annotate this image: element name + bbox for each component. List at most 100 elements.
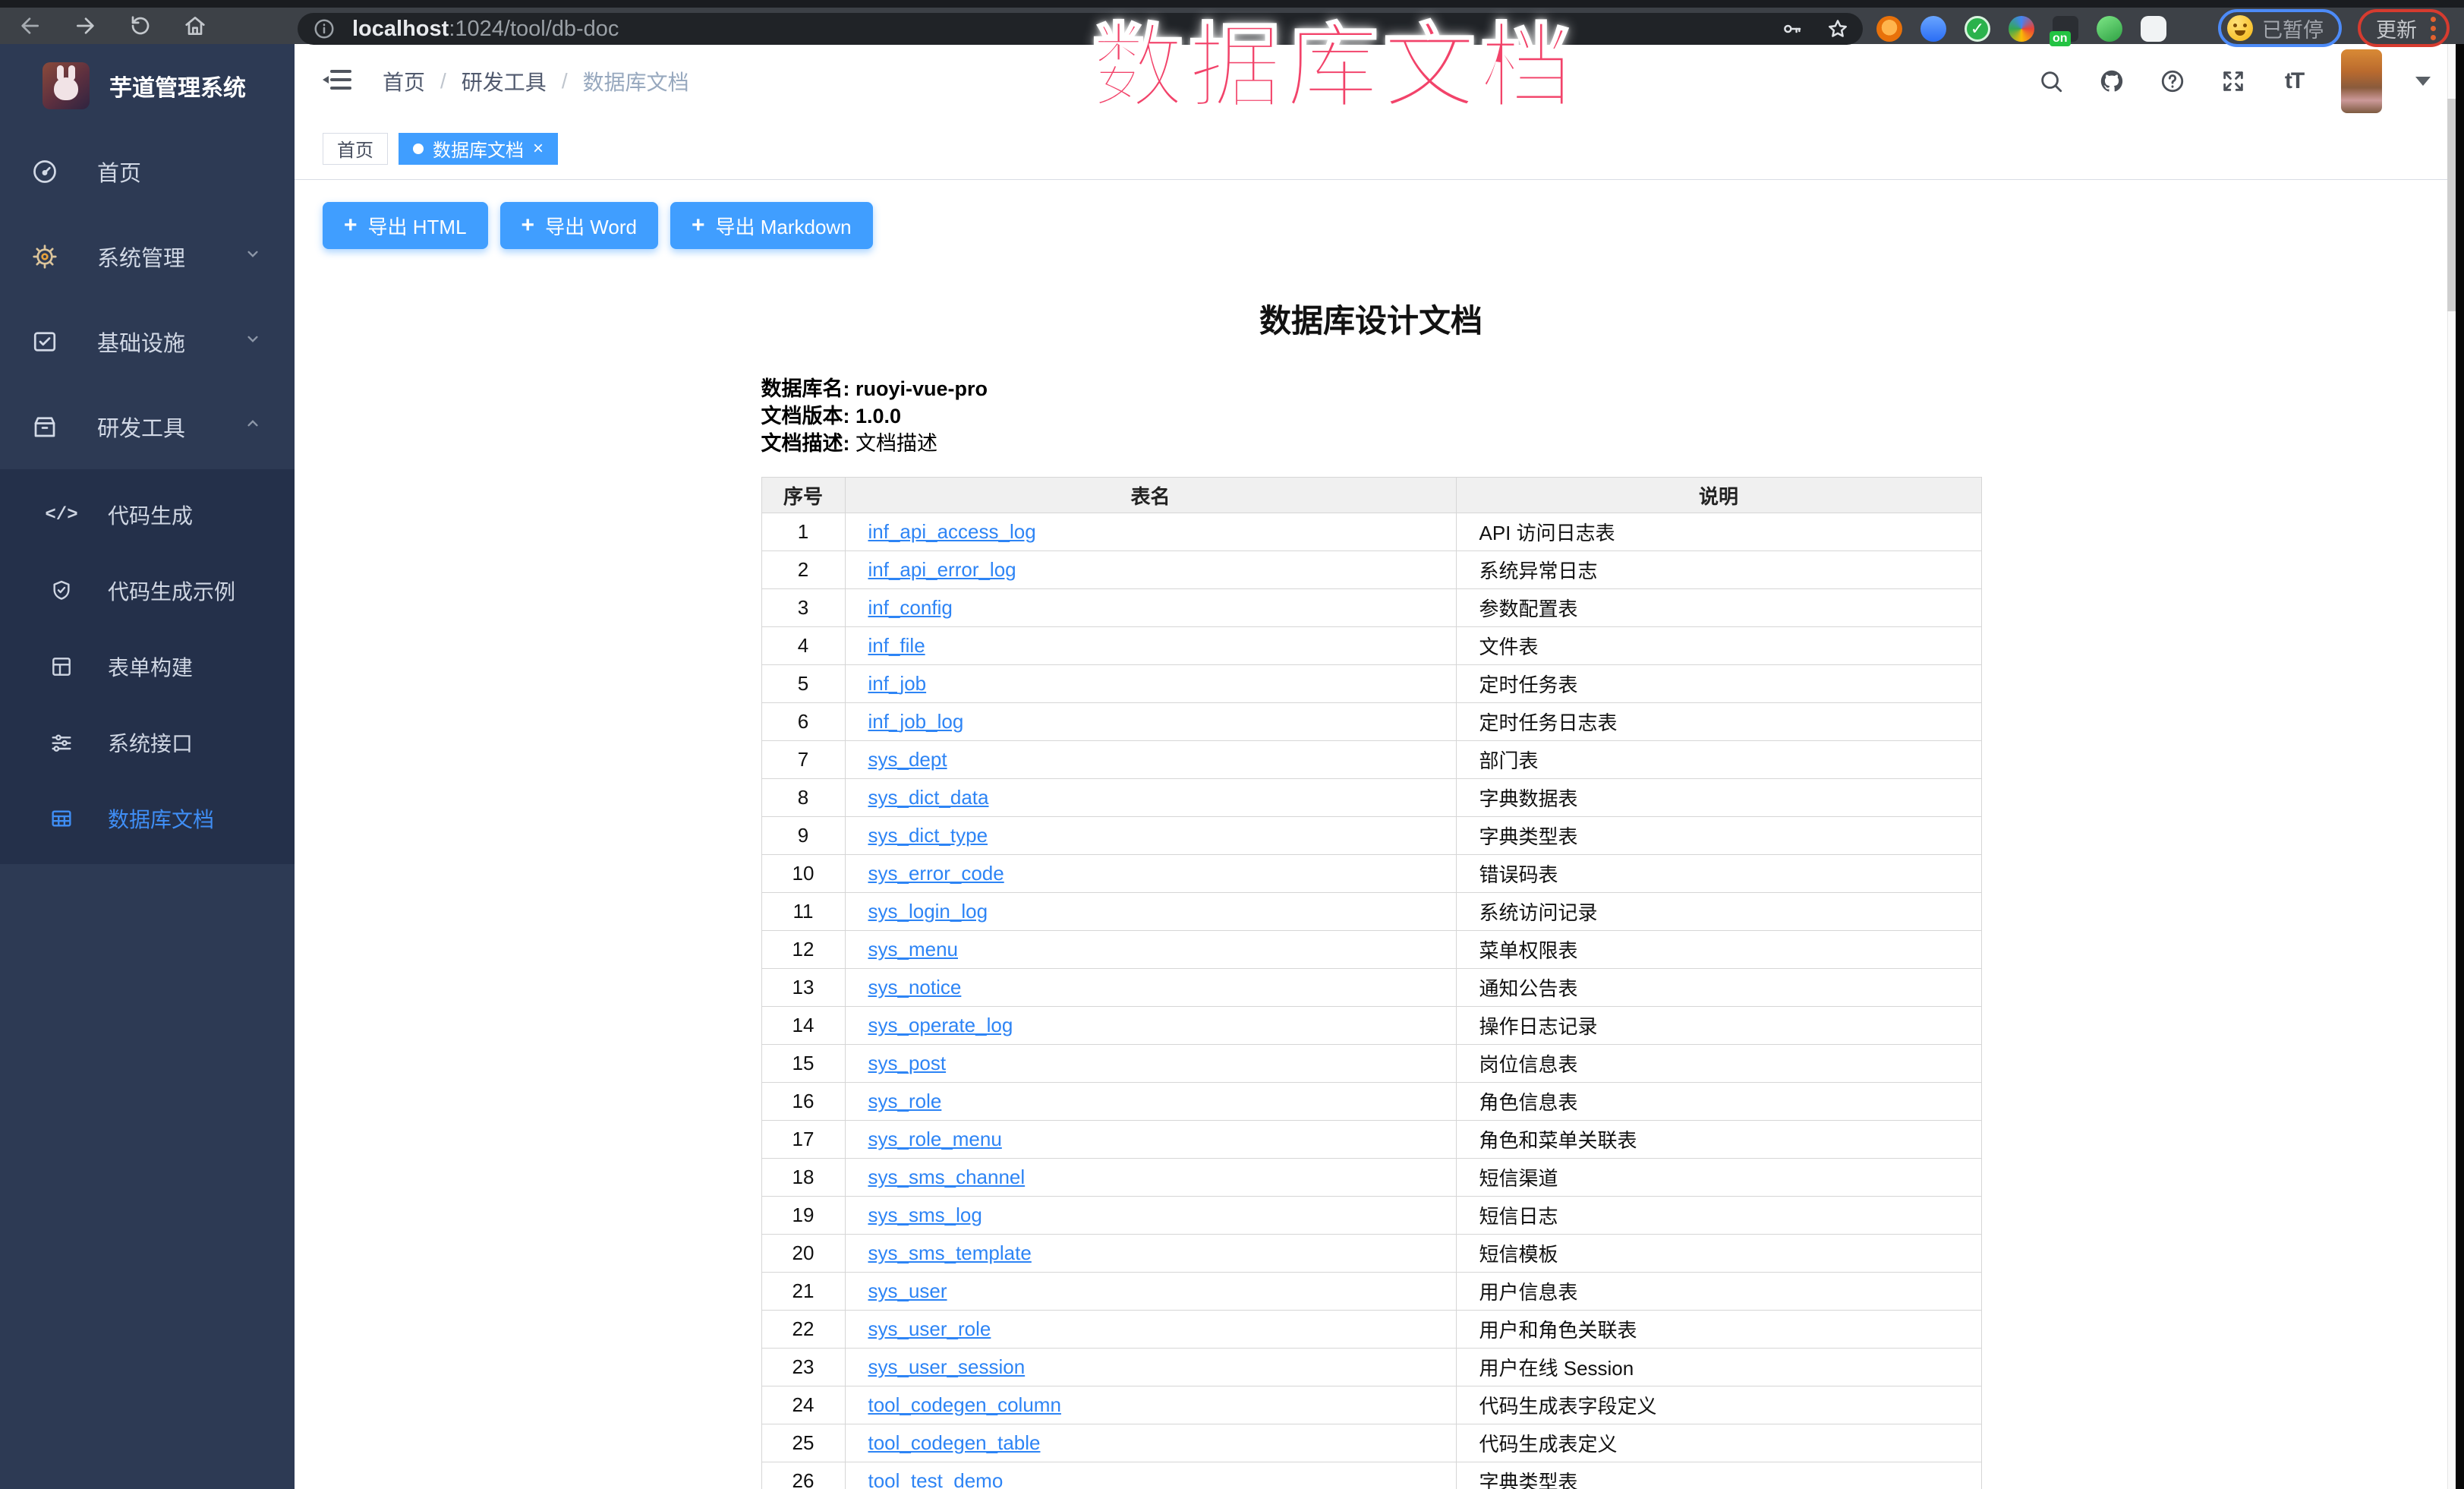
sidebar-item-infra[interactable]: 基础设施: [0, 299, 295, 384]
sidebar-item-form-builder[interactable]: 表单构建: [0, 629, 295, 705]
profile-chip[interactable]: 已暂停: [2218, 9, 2342, 47]
table-row: 19 sys_sms_log 短信日志: [761, 1197, 1981, 1235]
on-badge: on: [2050, 31, 2071, 46]
table-name-link[interactable]: inf_api_access_log: [868, 520, 1036, 543]
home-icon[interactable]: [182, 13, 208, 39]
toolbox-icon: [30, 412, 59, 441]
extension-orange-icon[interactable]: [1876, 16, 1902, 42]
row-description: 操作日志记录: [1456, 1007, 1981, 1045]
help-icon[interactable]: [2159, 68, 2186, 95]
table-name-link[interactable]: sys_menu: [868, 938, 959, 961]
gear-icon: [30, 242, 59, 271]
sidebar-item-codegen[interactable]: </> 代码生成: [0, 477, 295, 553]
table-name-link[interactable]: sys_dict_data: [868, 786, 989, 809]
extension-on-icon[interactable]: on: [2053, 16, 2078, 42]
extension-puzzle-icon[interactable]: [2141, 16, 2166, 42]
password-key-icon[interactable]: [1779, 16, 1805, 42]
row-description: 通知公告表: [1456, 969, 1981, 1007]
row-index: 2: [761, 551, 845, 589]
sidebar-item-system[interactable]: 系统管理: [0, 214, 295, 299]
button-label: 导出 Markdown: [715, 212, 851, 240]
table-icon: [49, 806, 74, 831]
app-logo-row[interactable]: 芋道管理系统: [0, 44, 295, 115]
row-index: 10: [761, 855, 845, 893]
search-icon[interactable]: [2037, 68, 2065, 95]
page-scrollbar-thumb[interactable]: [2447, 99, 2456, 311]
export-word-button[interactable]: + 导出 Word: [500, 202, 658, 249]
table-row: 20 sys_sms_template 短信模板: [761, 1235, 1981, 1273]
table-name-link[interactable]: sys_user: [868, 1279, 947, 1302]
table-row: 5 inf_job 定时任务表: [761, 665, 1981, 703]
table-name-link[interactable]: sys_operate_log: [868, 1014, 1013, 1036]
table-name-link[interactable]: sys_dict_type: [868, 824, 988, 847]
tab-db-doc[interactable]: 数据库文档 ×: [399, 133, 558, 165]
table-row: 17 sys_role_menu 角色和菜单关联表: [761, 1121, 1981, 1159]
reload-icon[interactable]: [128, 13, 153, 39]
table-name-link[interactable]: tool_test_demo: [868, 1469, 1004, 1489]
close-icon[interactable]: ×: [533, 140, 544, 158]
bookmark-star-icon[interactable]: [1825, 16, 1851, 42]
forward-icon[interactable]: [73, 13, 99, 39]
table-name-link[interactable]: sys_user_role: [868, 1317, 991, 1340]
sidebar-collapse-icon[interactable]: [323, 68, 353, 93]
table-name-link[interactable]: sys_login_log: [868, 900, 988, 923]
fullscreen-icon[interactable]: [2220, 68, 2247, 95]
url-bar[interactable]: localhost:1024/tool/db-doc: [298, 13, 1863, 45]
table-name-link[interactable]: sys_sms_log: [868, 1204, 982, 1226]
table-name-link[interactable]: sys_sms_template: [868, 1241, 1032, 1264]
row-index: 13: [761, 969, 845, 1007]
browser-menu-icon[interactable]: [2431, 17, 2436, 40]
row-description: 定时任务表: [1456, 665, 1981, 703]
sidebar-item-codegen-demo[interactable]: 代码生成示例: [0, 553, 295, 629]
github-icon[interactable]: [2098, 68, 2125, 95]
sidebar-item-home[interactable]: 首页: [0, 129, 295, 214]
row-description: 菜单权限表: [1456, 931, 1981, 969]
table-name-link[interactable]: sys_notice: [868, 976, 962, 998]
site-info-icon[interactable]: [311, 16, 337, 42]
table-row: 10 sys_error_code 错误码表: [761, 855, 1981, 893]
row-description: 短信模板: [1456, 1235, 1981, 1273]
table-name-link[interactable]: sys_sms_channel: [868, 1166, 1026, 1188]
sidebar-item-devtools[interactable]: 研发工具: [0, 384, 295, 469]
table-name-link[interactable]: sys_user_session: [868, 1355, 1026, 1378]
table-name-link[interactable]: sys_post: [868, 1052, 947, 1074]
sidebar-item-system-api[interactable]: 系统接口: [0, 705, 295, 781]
extension-green-check-icon[interactable]: ✓: [1965, 16, 1990, 42]
table-name-link[interactable]: inf_config: [868, 596, 953, 619]
back-icon[interactable]: [17, 13, 43, 39]
sidebar-item-label: 表单构建: [108, 651, 193, 682]
extension-multicolor-icon[interactable]: [2009, 16, 2034, 42]
tab-home[interactable]: 首页: [323, 133, 388, 165]
export-html-button[interactable]: + 导出 HTML: [323, 202, 488, 249]
row-description: API 访问日志表: [1456, 513, 1981, 551]
export-markdown-button[interactable]: + 导出 Markdown: [670, 202, 873, 249]
table-name-link[interactable]: sys_dept: [868, 748, 947, 771]
table-name-link[interactable]: tool_codegen_column: [868, 1393, 1061, 1416]
tab-label: 数据库文档: [433, 135, 524, 162]
avatar[interactable]: [2341, 49, 2382, 113]
sidebar-item-db-doc[interactable]: 数据库文档: [0, 781, 295, 856]
row-index: 7: [761, 741, 845, 779]
profile-emoji-icon: [2227, 15, 2253, 41]
doc-title: 数据库设计文档: [761, 302, 1981, 340]
window-edge: [2456, 44, 2464, 1489]
table-name-link[interactable]: inf_job_log: [868, 710, 964, 733]
extension-blue-icon[interactable]: [1920, 16, 1946, 42]
app-title: 芋道管理系统: [109, 69, 246, 103]
breadcrumb-devtools[interactable]: 研发工具: [462, 66, 547, 96]
table-name-link[interactable]: tool_codegen_table: [868, 1431, 1041, 1454]
breadcrumb-home[interactable]: 首页: [383, 66, 425, 96]
table-name-link[interactable]: inf_api_error_log: [868, 558, 1016, 581]
table-name-link[interactable]: inf_job: [868, 672, 927, 695]
plus-icon: +: [521, 214, 535, 237]
table-name-link[interactable]: inf_file: [868, 634, 925, 657]
table-name-link[interactable]: sys_error_code: [868, 862, 1004, 885]
browser-update-button[interactable]: 更新: [2358, 9, 2450, 47]
user-caret-down-icon[interactable]: [2415, 77, 2431, 86]
font-size-icon[interactable]: tT: [2280, 68, 2308, 95]
table-name-link[interactable]: sys_role_menu: [868, 1128, 1002, 1150]
table-name-link[interactable]: sys_role: [868, 1090, 942, 1112]
extension-leaf-icon[interactable]: [2097, 16, 2122, 42]
row-description: 参数配置表: [1456, 589, 1981, 627]
form-grid-icon: [49, 654, 74, 680]
